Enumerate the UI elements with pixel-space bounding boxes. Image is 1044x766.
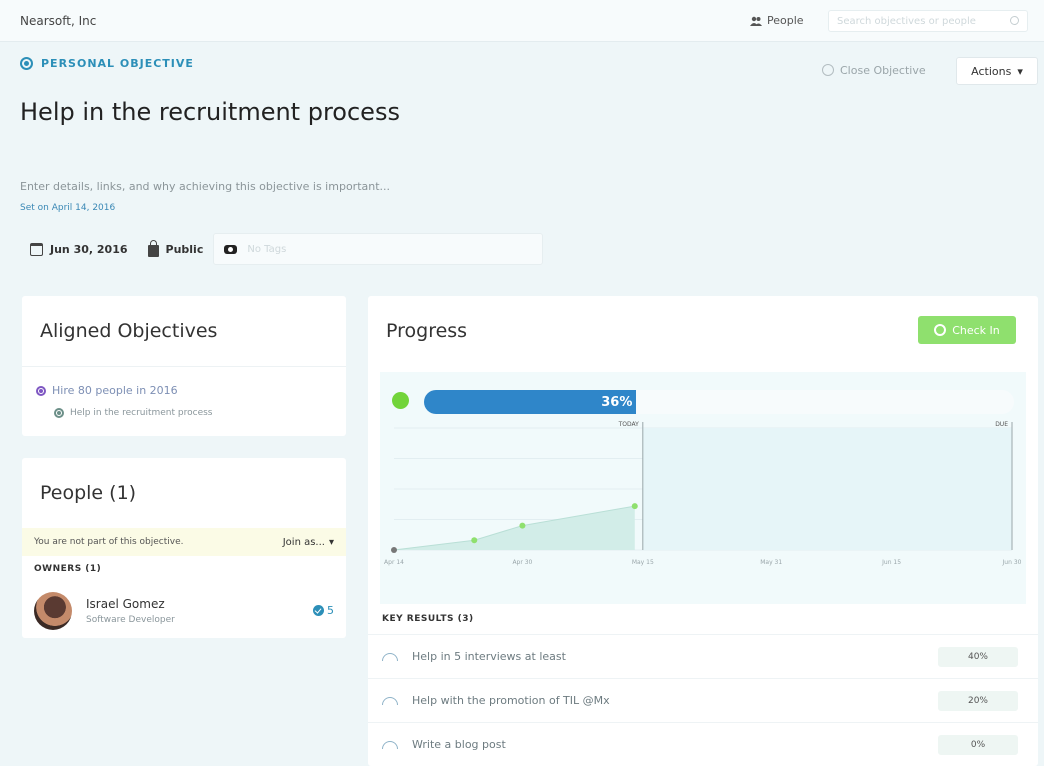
aligned-parent-objective[interactable]: Hire 80 people in 2016	[36, 384, 178, 397]
visibility-label: Public	[165, 242, 204, 256]
today-marker-label: TODAY	[618, 421, 640, 428]
people-icon	[750, 16, 762, 26]
caret-down-icon: ▾	[328, 536, 334, 548]
join-as-label: Join as...	[282, 536, 325, 548]
aligned-child-objective[interactable]: Help in the recruitment process	[54, 408, 212, 418]
chart-x-tick-label: May 31	[760, 559, 782, 566]
chart-point	[471, 537, 478, 544]
progress-percent: 36%	[601, 394, 633, 410]
progress-bar: 36%	[424, 390, 1014, 414]
target-icon	[20, 57, 33, 70]
checkin-count-value: 5	[327, 604, 334, 617]
caret-down-icon: ▾	[1017, 64, 1023, 78]
search-placeholder: Search objectives or people	[837, 16, 976, 27]
chart-x-tick-label: Jun 30	[1002, 559, 1022, 566]
objective-title[interactable]: Help in the recruitment process	[20, 98, 400, 126]
progress-area: 36% TODAY DUE Apr 14 Apr 30 May 15 May 31 Jun …	[380, 372, 1026, 604]
due-date-button[interactable]: Jun 30, 2016	[20, 233, 138, 265]
close-objective-button[interactable]: Close Objective	[810, 57, 938, 83]
progress-title: Progress	[386, 320, 468, 342]
chart-point	[631, 503, 638, 510]
chart-x-tick-label: Jun 15	[881, 559, 901, 566]
lock-icon	[147, 239, 159, 257]
key-result-percent[interactable]: 20%	[938, 690, 1018, 711]
aligned-objectives-title: Aligned Objectives	[40, 320, 218, 342]
tags-input[interactable]: No Tags	[213, 233, 544, 265]
notice-text: You are not part of this objective.	[34, 537, 184, 547]
key-result-text[interactable]: Help in 5 interviews at least	[412, 650, 566, 663]
key-result-gauge-icon	[382, 696, 398, 705]
chart-x-tick-label: Apr 14	[384, 559, 404, 566]
objective-type: PERSONAL OBJECTIVE	[20, 57, 194, 70]
objective-type-label: PERSONAL OBJECTIVE	[41, 57, 194, 70]
close-objective-label: Close Objective	[840, 63, 926, 77]
company-name[interactable]: Nearsoft, Inc	[20, 14, 96, 28]
calendar-icon	[30, 242, 43, 256]
top-bar: Nearsoft, Inc People Search objectives o…	[0, 0, 1044, 42]
people-link-label: People	[767, 14, 804, 27]
check-in-label: Check In	[952, 323, 1000, 337]
people-link[interactable]: People	[750, 14, 804, 27]
check-in-button[interactable]: Check In	[918, 316, 1016, 344]
close-circle-icon	[822, 64, 834, 76]
objective-target-icon	[36, 385, 46, 396]
progress-chart: TODAY DUE Apr 14 Apr 30 May 15 May 31 Jun 15 Ju…	[384, 421, 1022, 566]
meta-row: Jun 30, 2016 Public No Tags	[20, 233, 544, 265]
join-as-button[interactable]: Join as... ▾	[283, 537, 334, 548]
aligned-objectives-card: Aligned Objectives Hire 80 people in 201…	[22, 296, 346, 436]
key-results-label: KEY RESULTS (3)	[382, 614, 474, 624]
owners-label: OWNERS (1)	[34, 564, 102, 574]
checkin-count: 5	[313, 604, 334, 617]
chart-future-region	[642, 428, 1012, 550]
aligned-child-label: Help in the recruitment process	[70, 408, 213, 418]
owner-name[interactable]: Israel Gomez	[86, 597, 175, 611]
owner-role: Software Developer	[86, 615, 175, 625]
progress-bar-fill: 36%	[424, 390, 637, 414]
due-date-label: Jun 30, 2016	[50, 242, 128, 256]
actions-button[interactable]: Actions ▾	[956, 57, 1038, 85]
check-in-icon	[934, 324, 947, 336]
not-part-notice: You are not part of this objective. Join…	[22, 528, 346, 556]
tag-icon	[224, 244, 238, 254]
key-result-text[interactable]: Help with the promotion of TIL @Mx	[412, 694, 610, 707]
set-on-date: Set on April 14, 2016	[20, 203, 116, 213]
check-icon	[313, 605, 324, 616]
search-input[interactable]: Search objectives or people	[828, 10, 1028, 32]
progress-card: Progress Check In 36% TODAY DUE Apr 14 Apr …	[368, 296, 1038, 766]
divider	[22, 366, 346, 367]
key-result-row[interactable]: Write a blog post 0%	[368, 722, 1038, 766]
search-icon[interactable]	[1010, 16, 1019, 25]
aligned-parent-label: Hire 80 people in 2016	[52, 384, 178, 397]
avatar[interactable]	[34, 592, 72, 630]
visibility-button[interactable]: Public	[138, 233, 214, 265]
status-dot	[392, 392, 409, 409]
owner-row[interactable]: Israel Gomez Software Developer 5	[22, 584, 346, 638]
actions-label: Actions	[971, 64, 1012, 78]
key-result-percent[interactable]: 0%	[938, 734, 1018, 755]
chart-point	[519, 522, 526, 529]
chart-point	[391, 547, 397, 553]
due-marker-label: DUE	[995, 421, 1008, 428]
key-result-text[interactable]: Write a blog post	[412, 738, 506, 751]
description-field[interactable]: Enter details, links, and why achieving …	[20, 180, 390, 193]
people-card: People (1) You are not part of this obje…	[22, 458, 346, 638]
people-title: People (1)	[40, 482, 137, 504]
key-result-gauge-icon	[382, 740, 398, 749]
key-result-percent[interactable]: 40%	[938, 646, 1018, 667]
objective-target-icon	[54, 408, 64, 418]
key-result-row[interactable]: Help with the promotion of TIL @Mx 20%	[368, 678, 1038, 722]
tags-placeholder: No Tags	[247, 243, 287, 255]
key-result-row[interactable]: Help in 5 interviews at least 40%	[368, 634, 1038, 678]
key-result-gauge-icon	[382, 652, 398, 661]
chart-x-tick-label: Apr 30	[512, 559, 532, 566]
chart-x-tick-label: May 15	[632, 559, 654, 566]
